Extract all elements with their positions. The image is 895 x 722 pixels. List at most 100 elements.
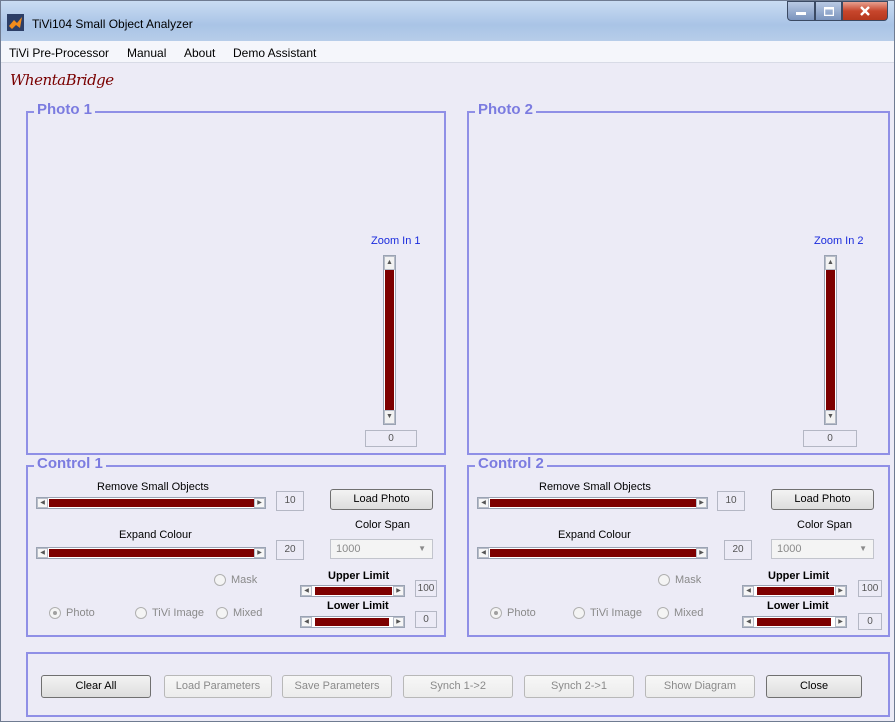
remove-small-objects-value[interactable]: 10 <box>717 491 745 511</box>
zoom-in-1-label: Zoom In 1 <box>371 235 421 247</box>
slider-down-arrow-icon[interactable]: ▼ <box>825 410 836 424</box>
color-span-select[interactable]: 1000 ▼ <box>771 539 874 559</box>
synch-1-to-2-button[interactable]: Synch 1->2 <box>403 675 513 698</box>
load-photo-1-button[interactable]: Load Photo <box>330 489 433 510</box>
menu-manual[interactable]: Manual <box>127 46 166 60</box>
save-parameters-button[interactable]: Save Parameters <box>282 675 392 698</box>
remove-small-objects-label: Remove Small Objects <box>97 481 209 493</box>
menu-bar: TiVi Pre-Processor Manual About Demo Ass… <box>1 41 894 63</box>
slider-left-arrow-icon[interactable]: ◀ <box>478 548 489 558</box>
slider-up-arrow-icon[interactable]: ▲ <box>825 256 836 270</box>
slider-left-arrow-icon[interactable]: ◀ <box>37 548 48 558</box>
control-2-title: Control 2 <box>475 455 547 473</box>
slider-left-arrow-icon[interactable]: ◀ <box>301 617 312 627</box>
lower-limit-slider[interactable]: ◀ ▶ <box>742 616 847 628</box>
clear-all-button[interactable]: Clear All <box>41 675 151 698</box>
menu-demo-assistant[interactable]: Demo Assistant <box>233 46 316 60</box>
expand-slider-fill <box>490 549 699 557</box>
radio-circle-icon <box>657 607 669 619</box>
control-1-title: Control 1 <box>34 455 106 473</box>
photo-radio[interactable]: Photo <box>490 607 536 619</box>
expand-colour-slider[interactable]: ◀ ▶ <box>477 547 708 559</box>
show-diagram-button[interactable]: Show Diagram <box>645 675 755 698</box>
lower-limit-value[interactable]: 0 <box>858 613 882 630</box>
zoom-2-slider-fill <box>826 270 835 410</box>
slider-up-arrow-icon[interactable]: ▲ <box>384 256 395 270</box>
slider-right-arrow-icon[interactable]: ▶ <box>393 617 404 627</box>
zoom-2-value[interactable]: 0 <box>803 430 857 447</box>
tivi-image-radio[interactable]: TiVi Image <box>573 607 642 619</box>
radio-circle-icon <box>214 574 226 586</box>
menu-about[interactable]: About <box>184 46 215 60</box>
zoom-2-slider[interactable]: ▲ ▼ <box>824 255 837 425</box>
remove-small-objects-slider[interactable]: ◀ ▶ <box>477 497 708 509</box>
remove-slider-fill <box>490 499 699 507</box>
menu-tivi-preprocessor[interactable]: TiVi Pre-Processor <box>9 46 109 60</box>
upper-limit-value[interactable]: 100 <box>415 580 437 597</box>
upper-limit-value[interactable]: 100 <box>858 580 882 597</box>
photo-2-panel: Photo 2 Zoom In 2 ▲ ▼ 0 <box>467 101 890 455</box>
upper-limit-slider[interactable]: ◀ ▶ <box>300 585 405 597</box>
photo-1-panel: Photo 1 Zoom In 1 ▲ ▼ 0 <box>26 101 446 455</box>
control-1-panel: Control 1 Remove Small Objects ◀ ▶ 10 Lo… <box>26 455 446 637</box>
slider-left-arrow-icon[interactable]: ◀ <box>301 586 312 596</box>
slider-right-arrow-icon[interactable]: ▶ <box>696 498 707 508</box>
upper-limit-label: Upper Limit <box>768 570 830 582</box>
slider-right-arrow-icon[interactable]: ▶ <box>835 617 846 627</box>
photo-radio[interactable]: Photo <box>49 607 95 619</box>
mixed-radio[interactable]: Mixed <box>657 607 703 619</box>
slider-right-arrow-icon[interactable]: ▶ <box>696 548 707 558</box>
slider-left-arrow-icon[interactable]: ◀ <box>37 498 48 508</box>
close-button[interactable]: Close <box>766 675 862 698</box>
expand-slider-fill <box>49 549 257 557</box>
radio-circle-icon <box>135 607 147 619</box>
zoom-in-2-label: Zoom In 2 <box>814 235 864 247</box>
minimize-button[interactable] <box>787 1 815 21</box>
upper-limit-slider[interactable]: ◀ ▶ <box>742 585 847 597</box>
expand-colour-value[interactable]: 20 <box>276 540 304 560</box>
tivi-image-radio[interactable]: TiVi Image <box>135 607 204 619</box>
zoom-1-slider[interactable]: ▲ ▼ <box>383 255 396 425</box>
mixed-radio[interactable]: Mixed <box>216 607 262 619</box>
zoom-1-value[interactable]: 0 <box>365 430 417 447</box>
expand-colour-value[interactable]: 20 <box>724 540 752 560</box>
photo-radio-label: Photo <box>66 607 95 619</box>
slider-left-arrow-icon[interactable]: ◀ <box>743 617 754 627</box>
lower-limit-slider[interactable]: ◀ ▶ <box>300 616 405 628</box>
upper-limit-slider-fill <box>315 587 392 595</box>
mask-label: Mask <box>675 574 702 586</box>
synch-2-to-1-button[interactable]: Synch 2->1 <box>524 675 634 698</box>
window-title: TiVi104 Small Object Analyzer <box>32 17 193 31</box>
slider-left-arrow-icon[interactable]: ◀ <box>478 498 489 508</box>
bottom-button-panel: Clear All Load Parameters Save Parameter… <box>26 652 890 717</box>
color-span-label: Color Span <box>797 519 853 531</box>
slider-left-arrow-icon[interactable]: ◀ <box>743 586 754 596</box>
color-span-value: 1000 <box>336 543 361 555</box>
mixed-radio-label: Mixed <box>674 607 704 619</box>
slider-right-arrow-icon[interactable]: ▶ <box>254 498 265 508</box>
radio-selected-icon <box>49 607 61 619</box>
mask-radio[interactable]: Mask <box>658 574 701 586</box>
slider-right-arrow-icon[interactable]: ▶ <box>393 586 404 596</box>
expand-colour-label: Expand Colour <box>558 529 631 541</box>
radio-circle-icon <box>216 607 228 619</box>
remove-small-objects-slider[interactable]: ◀ ▶ <box>36 497 266 509</box>
load-parameters-button[interactable]: Load Parameters <box>164 675 272 698</box>
radio-selected-icon <box>490 607 502 619</box>
maximize-button[interactable] <box>815 1 842 21</box>
mask-radio[interactable]: Mask <box>214 574 257 586</box>
slider-down-arrow-icon[interactable]: ▼ <box>384 410 395 424</box>
remove-small-objects-value[interactable]: 10 <box>276 491 304 511</box>
lower-limit-slider-fill <box>757 618 831 626</box>
slider-right-arrow-icon[interactable]: ▶ <box>835 586 846 596</box>
app-window: TiVi104 Small Object Analyzer TiVi Pre-P… <box>0 0 895 722</box>
control-2-panel: Control 2 Remove Small Objects ◀ ▶ 10 Lo… <box>467 455 890 637</box>
photo-2-title: Photo 2 <box>475 101 536 119</box>
close-window-button[interactable] <box>842 1 888 21</box>
load-photo-2-button[interactable]: Load Photo <box>771 489 874 510</box>
color-span-select[interactable]: 1000 ▼ <box>330 539 433 559</box>
lower-limit-value[interactable]: 0 <box>415 611 437 628</box>
expand-colour-slider[interactable]: ◀ ▶ <box>36 547 266 559</box>
color-span-label: Color Span <box>355 519 411 531</box>
slider-right-arrow-icon[interactable]: ▶ <box>254 548 265 558</box>
